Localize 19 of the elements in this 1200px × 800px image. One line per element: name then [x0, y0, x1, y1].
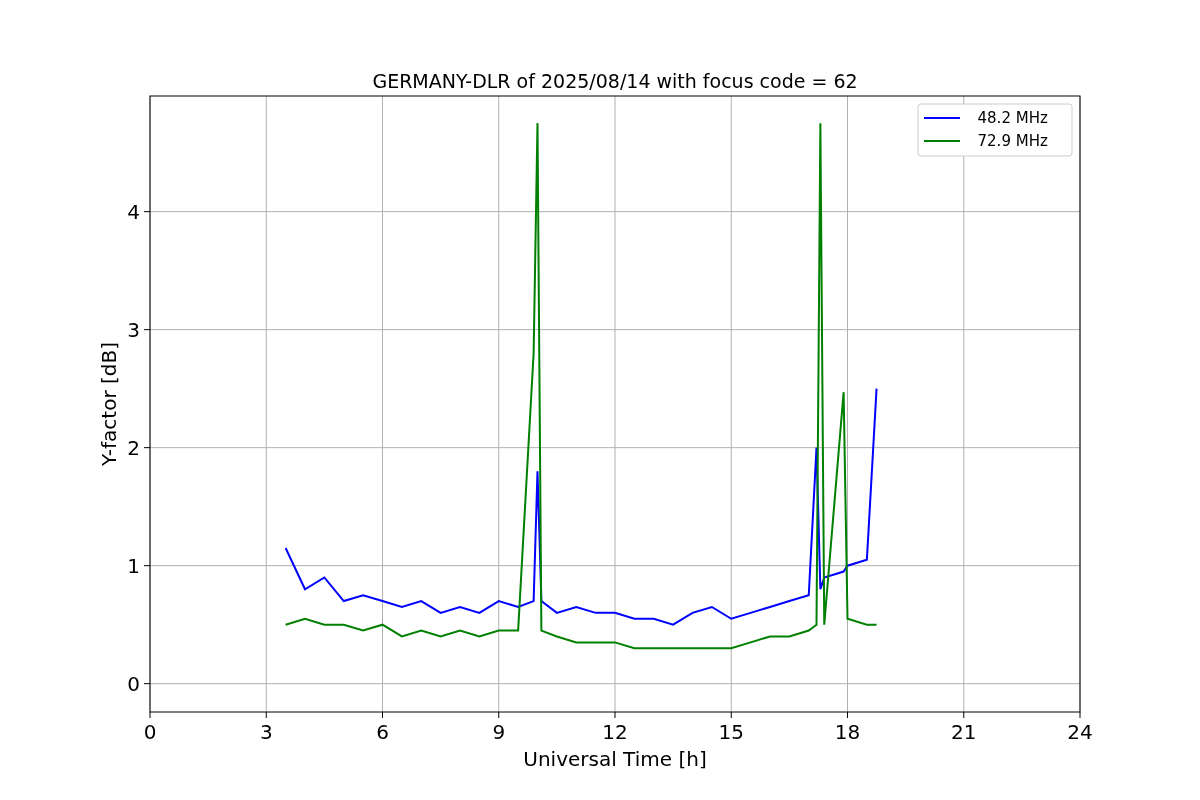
x-tick-label: 15: [718, 720, 744, 744]
y-tick-label: 3: [127, 317, 140, 342]
y-tick-label: 4: [127, 199, 140, 224]
y-axis-label: Y-factor [dB]: [97, 342, 121, 466]
x-tick-label: 12: [602, 720, 628, 744]
x-tick-label: 3: [259, 720, 273, 744]
y-tick-label: 1: [127, 553, 140, 578]
x-tick-label: 18: [834, 720, 861, 744]
x-tick-label: 9: [492, 720, 506, 744]
legend-label: 48.2 MHz: [977, 109, 1048, 127]
y-tick-label: 0: [127, 671, 140, 696]
x-tick-label: 0: [143, 720, 157, 744]
chart-title: GERMANY-DLR of 2025/08/14 with focus code = 62: [372, 70, 858, 92]
x-tick-label: 6: [376, 720, 389, 744]
legend-label: 72.9 MHz: [977, 132, 1048, 150]
x-tick-label: 24: [1067, 720, 1093, 744]
y-tick-label: 2: [127, 435, 140, 460]
x-tick-label: 21: [951, 720, 977, 744]
x-axis-label: Universal Time [h]: [523, 747, 707, 771]
